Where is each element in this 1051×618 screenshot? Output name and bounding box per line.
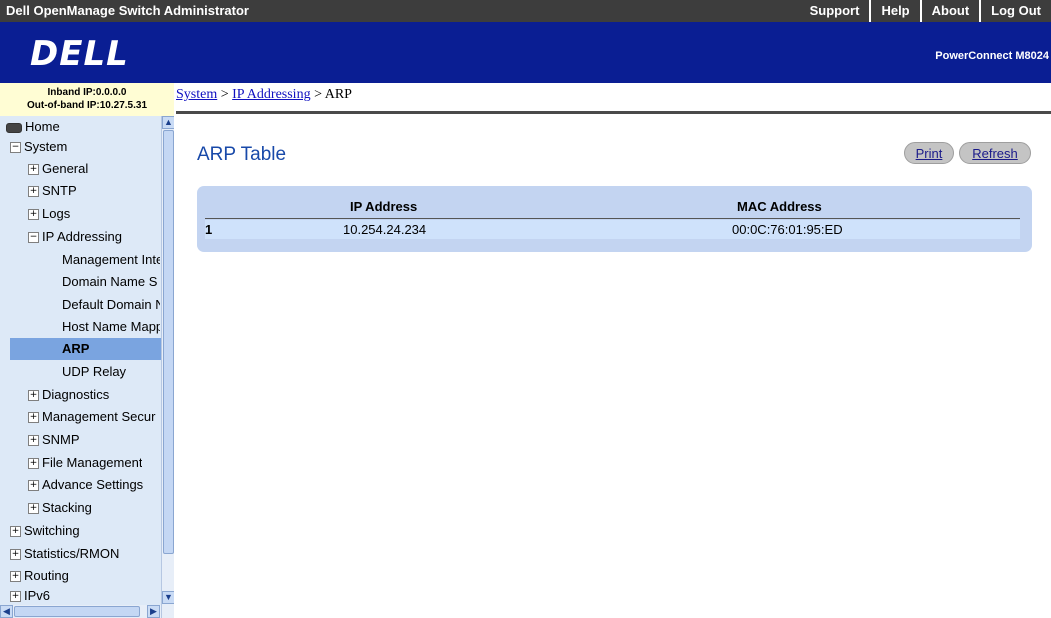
breadcrumb-separator: > [220, 87, 229, 102]
drive-icon [6, 122, 22, 133]
sidebar-item-switching[interactable]: + Switching [10, 520, 80, 542]
sidebar-vertical-scrollbar[interactable]: ▲ ▼ [161, 116, 174, 618]
expand-icon[interactable]: + [28, 435, 39, 447]
sidebar-item-logs[interactable]: + Logs [28, 203, 70, 225]
breadcrumb-system[interactable]: System [176, 87, 217, 102]
breadcrumb: System > IP Addressing > ARP [176, 87, 352, 103]
column-header-ip-address: IP Address [350, 199, 418, 214]
sidebar-item-system[interactable]: − System [10, 136, 67, 158]
inband-ip: Inband IP:0.0.0.0 [47, 87, 127, 98]
expand-icon[interactable]: + [10, 549, 21, 561]
expand-icon[interactable]: + [28, 186, 39, 198]
sidebar: Home − System + General + SNTP + Logs − IP Ad… [0, 116, 174, 618]
sidebar-item-stacking[interactable]: + Stacking [28, 497, 92, 519]
sidebar-item-label: Stacking [42, 500, 92, 515]
expand-icon[interactable]: + [28, 412, 39, 424]
expand-icon[interactable]: + [28, 390, 39, 402]
collapse-icon[interactable]: − [10, 142, 21, 154]
refresh-button[interactable]: Refresh [959, 142, 1031, 164]
scrollbar-thumb[interactable] [163, 130, 174, 554]
sidebar-item-diagnostics[interactable]: + Diagnostics [28, 384, 109, 406]
sidebar-item-management-interface[interactable]: Management Inte [62, 249, 160, 271]
print-button[interactable]: Print [904, 142, 954, 164]
sidebar-item-advance-settings[interactable]: + Advance Settings [28, 474, 143, 496]
expand-icon[interactable]: + [28, 209, 39, 221]
sidebar-item-management-security[interactable]: + Management Secur [28, 406, 160, 428]
sidebar-item-default-domain-name[interactable]: Default Domain N [62, 294, 160, 316]
scroll-left-icon[interactable]: ◀ [0, 605, 13, 618]
breadcrumb-ip-addressing[interactable]: IP Addressing [232, 87, 310, 102]
h-scrollbar-thumb[interactable] [14, 606, 140, 617]
logout-link[interactable]: Log Out [979, 0, 1051, 22]
sidebar-item-label: Diagnostics [42, 387, 110, 402]
header-rule [205, 218, 1020, 219]
breadcrumb-current: ARP [324, 87, 352, 102]
about-link[interactable]: About [919, 0, 980, 22]
top-bar: Dell OpenManage Switch Administrator Sup… [0, 0, 1051, 22]
page-title: ARP Table [197, 144, 287, 165]
row-index: 1 [205, 222, 213, 237]
dell-logo: DELL [30, 34, 129, 74]
sidebar-item-label: Switching [24, 523, 80, 538]
scroll-up-icon[interactable]: ▲ [162, 116, 174, 129]
sidebar-item-udp-relay[interactable]: UDP Relay [62, 361, 160, 383]
sidebar-item-general[interactable]: + General [28, 158, 88, 180]
sidebar-item-snmp[interactable]: + SNMP [28, 429, 80, 451]
expand-icon[interactable]: + [28, 503, 39, 515]
sidebar-item-routing[interactable]: + Routing [10, 565, 69, 587]
help-link[interactable]: Help [869, 0, 919, 22]
sidebar-item-label: Advance Settings [42, 477, 144, 492]
column-header-mac-address: MAC Address [737, 199, 822, 214]
sidebar-item-statistics-rmon[interactable]: + Statistics/RMON [10, 543, 119, 565]
app-title: Dell OpenManage Switch Administrator [6, 3, 249, 18]
sidebar-item-arp[interactable]: ARP [10, 338, 161, 360]
breadcrumb-separator: > [314, 87, 322, 102]
expand-icon[interactable]: + [28, 164, 39, 176]
mac-address-cell: 00:0C:76:01:95:ED [732, 222, 843, 237]
arp-table: IP Address MAC Address 1 10.254.24.234 0… [197, 186, 1032, 252]
sidebar-item-label: Logs [42, 206, 71, 221]
scroll-right-icon[interactable]: ▶ [147, 605, 160, 618]
table-row[interactable]: 1 10.254.24.234 00:0C:76:01:95:ED [205, 220, 1020, 239]
banner: DELL PowerConnect M8024 [0, 22, 1051, 83]
expand-icon[interactable]: + [28, 458, 39, 470]
sidebar-item-label: IP Addressing [42, 229, 122, 244]
sidebar-item-label: Statistics/RMON [24, 546, 120, 561]
sidebar-item-label: System [24, 139, 68, 154]
expand-icon[interactable]: + [28, 480, 39, 492]
sidebar-horizontal-scrollbar[interactable]: ◀ ▶ [0, 605, 161, 618]
expand-icon[interactable]: + [10, 571, 21, 583]
sidebar-item-label: IPv6 [24, 588, 51, 603]
sidebar-item-sntp[interactable]: + SNTP [28, 180, 77, 202]
sidebar-item-label: Management Secur [42, 409, 156, 424]
support-link[interactable]: Support [800, 0, 870, 22]
sidebar-item-label: Home [25, 119, 60, 134]
sidebar-item-label: General [42, 161, 89, 176]
sidebar-item-domain-name-server[interactable]: Domain Name S [62, 271, 160, 293]
sidebar-item-label: File Management [42, 455, 143, 470]
ip-address-cell: 10.254.24.234 [343, 222, 427, 237]
sidebar-item-host-name-mapping[interactable]: Host Name Mapp [62, 316, 160, 338]
scrollbar-corner [162, 605, 174, 618]
top-nav: Support Help About Log Out [800, 0, 1051, 22]
sidebar-item-label: Routing [24, 568, 69, 583]
header-divider [176, 111, 1051, 114]
sidebar-item-home[interactable]: Home [6, 116, 60, 138]
model-name: PowerConnect M8024 [935, 50, 1049, 62]
expand-icon[interactable]: + [10, 591, 21, 603]
sidebar-item-file-management[interactable]: + File Management [28, 452, 142, 474]
expand-icon[interactable]: + [10, 526, 21, 538]
sidebar-item-ip-addressing[interactable]: − IP Addressing [28, 226, 122, 248]
collapse-icon[interactable]: − [28, 232, 39, 244]
sidebar-item-label: SNMP [42, 432, 80, 447]
outband-ip: Out-of-band IP:10.27.5.31 [26, 100, 148, 111]
sidebar-item-ipv6[interactable]: + IPv6 [10, 585, 50, 605]
ip-info: Inband IP:0.0.0.0 Out-of-band IP:10.27.5… [0, 83, 174, 116]
scroll-down-icon[interactable]: ▼ [162, 591, 174, 604]
sidebar-item-label: SNTP [42, 183, 77, 198]
